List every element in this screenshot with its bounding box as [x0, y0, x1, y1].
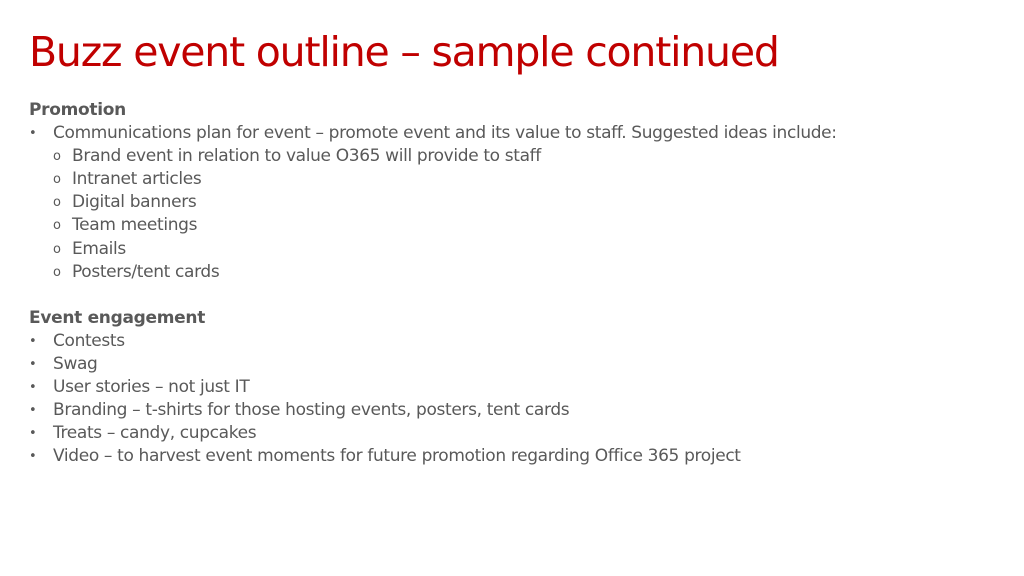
section-heading-promotion: Promotion	[29, 100, 126, 120]
list-item: • User stories – not just IT	[29, 376, 250, 399]
sub-list-item: o Posters/tent cards	[29, 261, 220, 284]
section-heading-event-engagement: Event engagement	[29, 307, 206, 328]
hollow-bullet-icon: o	[53, 264, 61, 280]
sub-list-item: o Intranet articles	[29, 168, 205, 191]
sub-list-item-text: Digital banners	[72, 192, 197, 213]
hollow-bullet-icon: o	[53, 241, 61, 257]
sub-list-item: o Emails	[29, 238, 205, 261]
list-item-text: Treats – candy, cupcakes	[53, 423, 257, 444]
bullet-icon: •	[29, 403, 37, 419]
sub-list-item: o Team meetings	[29, 214, 205, 237]
list-item-text: User stories – not just IT	[53, 377, 250, 398]
list-item: • Branding – t-shirts for those hosting …	[29, 399, 570, 422]
hollow-bullet-icon: o	[53, 149, 61, 165]
hollow-bullet-icon: o	[53, 172, 61, 188]
bullet-icon: •	[29, 126, 37, 142]
bullet-icon: •	[29, 333, 37, 349]
bullet-icon: •	[29, 426, 37, 442]
list-item-text: Video – to harvest event moments for fut…	[53, 446, 741, 467]
slide-body: Promotion • Communications plan for even…	[29, 99, 837, 469]
list-item: • Contests	[29, 330, 205, 353]
sub-list-item-text: Posters/tent cards	[72, 261, 220, 282]
list-item-text: Swag	[53, 354, 98, 375]
list-item-text: Branding – t-shirts for those hosting ev…	[53, 400, 570, 421]
hollow-bullet-icon: o	[53, 195, 61, 211]
list-item-text: Contests	[53, 330, 125, 351]
sub-list-item-text: Emails	[72, 238, 126, 259]
slide-title: Buzz event outline – sample continued	[29, 28, 780, 76]
bullet-icon: •	[29, 380, 37, 396]
sub-list-item-text: Brand event in relation to value O365 wi…	[72, 146, 541, 167]
list-item-text: Communications plan for event – promote …	[53, 123, 837, 144]
sub-list-item: o Digital banners	[29, 191, 205, 214]
bullet-icon: •	[29, 357, 37, 373]
sub-list-item: o Brand event in relation to value O365 …	[29, 145, 541, 168]
hollow-bullet-icon: o	[53, 218, 61, 234]
list-item: • Communications plan for event – promot…	[29, 122, 837, 145]
bullet-icon: •	[29, 449, 37, 465]
list-item: • Treats – candy, cupcakes	[29, 422, 257, 445]
list-item: • Swag	[29, 353, 205, 376]
sub-list-item-text: Team meetings	[72, 215, 198, 236]
sub-list-item-text: Intranet articles	[72, 169, 202, 190]
list-item: • Video – to harvest event moments for f…	[29, 445, 741, 468]
